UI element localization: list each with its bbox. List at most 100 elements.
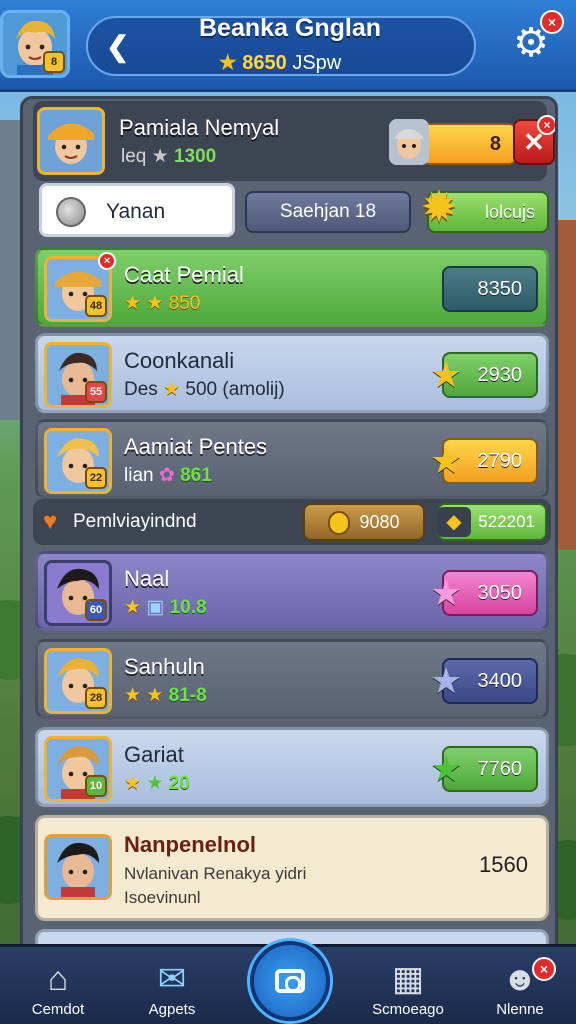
leaderboard-panel: Pamiala Nemyal leq ★ 1300 8 ✕ × Yanan Sa… bbox=[20, 96, 558, 956]
camera-button[interactable] bbox=[250, 941, 330, 1021]
bottom-nav: ⌂ Cemdot ✉ Agpets ▦ Scmoeago ☻ Nlenne × bbox=[0, 941, 576, 1024]
row-score-button[interactable]: ★ 3050 bbox=[430, 570, 538, 616]
nav-label: Scmoeago bbox=[372, 1001, 444, 1018]
player-avatar[interactable]: 8 bbox=[0, 10, 70, 78]
nav-label: Cemdot bbox=[31, 1001, 85, 1018]
row-score-button[interactable]: ★ 2790 bbox=[430, 438, 538, 484]
settings-notification-badge: × bbox=[540, 10, 564, 34]
coin-tab-icon bbox=[56, 197, 86, 227]
gem-icon: ✿ bbox=[158, 465, 175, 486]
row-avatar: 60 bbox=[44, 560, 112, 626]
heart-icon: ♥ bbox=[43, 508, 58, 535]
row-level-badge: 22 bbox=[85, 467, 107, 489]
list-item[interactable]: 22 Aamiat Pentes lian ✿ 861 ★ 2790 bbox=[35, 419, 549, 499]
star-icon: ★ bbox=[430, 440, 463, 481]
top-bar: 8 ❮ Beanka Gnglan ★ 8650 JSpw ⚙ × bbox=[0, 0, 576, 92]
back-arrow-icon[interactable]: ❮ bbox=[106, 30, 129, 63]
mini-avatar bbox=[389, 119, 429, 165]
avatar-level-badge: 8 bbox=[43, 51, 65, 73]
close-notification-badge: × bbox=[537, 115, 555, 135]
star-icon: ★ bbox=[124, 597, 142, 618]
gold-badge-icon: ✹ bbox=[420, 183, 458, 232]
row-name: Naal bbox=[124, 566, 170, 591]
row-subtitle: Des ★ 500 (amolij) bbox=[124, 378, 285, 401]
tab-active[interactable]: Yanan bbox=[39, 183, 235, 237]
row-score-button[interactable]: ★ 2930 bbox=[430, 352, 538, 398]
row-name: Caat Pemial bbox=[124, 262, 244, 287]
tab-middle[interactable]: Saehjan 18 bbox=[245, 191, 411, 233]
coin-amount: 8650 bbox=[242, 52, 287, 74]
row-score-value: 2930 bbox=[477, 364, 523, 386]
row-sub-value: 10.8 bbox=[169, 597, 207, 618]
row-sub-prefix: Des bbox=[124, 379, 158, 400]
profile-header: Pamiala Nemyal leq ★ 1300 8 ✕ × bbox=[33, 101, 555, 181]
profile-progress-bar: 8 bbox=[421, 123, 517, 165]
mail-icon: ✉ bbox=[157, 960, 187, 998]
row-avatar: 28 bbox=[44, 648, 112, 714]
row-level-badge: 48 bbox=[85, 295, 107, 317]
row-subtitle: Nvlanivan Renakya yidri bbox=[124, 864, 307, 883]
row-score-button[interactable]: ★ 3400 bbox=[430, 658, 538, 704]
row-avatar bbox=[44, 834, 112, 900]
list-item[interactable]: 28 Sanhuln ★ ★ 81-8 ★ 3400 bbox=[35, 639, 549, 719]
building-icon: ▦ bbox=[391, 960, 425, 998]
strip-gem-button[interactable]: ◆ 522201 bbox=[437, 503, 547, 541]
row-avatar: 10 bbox=[44, 736, 112, 802]
profile-subtitle: leq ★ 1300 bbox=[121, 145, 216, 168]
row-name: Sanhuln bbox=[124, 654, 205, 679]
list-item[interactable]: 60 Naal ★ ▣ 10.8 ★ 3050 bbox=[35, 551, 549, 631]
strip-coin-value: 9080 bbox=[359, 512, 400, 532]
list-item[interactable]: 10 Gariat ★ ★ 20 ★ 7760 bbox=[35, 727, 549, 807]
strip-label: Pemlviayindnd bbox=[73, 511, 197, 532]
list-item[interactable]: 55 Coonkanali Des ★ 500 (amolij) ★ 2930 bbox=[35, 333, 549, 413]
tab-active-label: Yanan bbox=[106, 200, 166, 223]
coin-unit: JSpw bbox=[292, 52, 342, 74]
row-sub-value: 861 bbox=[180, 465, 212, 486]
star-icon: ★ bbox=[430, 354, 463, 395]
green-star-icon: ★ bbox=[146, 773, 164, 794]
nav-label: Agpets bbox=[148, 1001, 196, 1018]
nav-item-scmoeago[interactable]: ▦ Scmoeago bbox=[352, 947, 464, 1024]
row-sub-value: 81-8 bbox=[168, 685, 207, 706]
star-icon: ★ bbox=[430, 660, 463, 701]
row-score-value: 2790 bbox=[477, 450, 523, 472]
profile-notification-badge: × bbox=[532, 957, 556, 981]
profile-name: Pamiala Nemyal bbox=[119, 115, 280, 140]
nav-item-home[interactable]: ⌂ Cemdot bbox=[2, 947, 114, 1024]
page-title: Beanka Gnglan bbox=[199, 14, 381, 42]
star-icon: ★ bbox=[124, 685, 142, 706]
list-item[interactable]: 48 × Caat Pemial ★ ★ 850 8350 bbox=[35, 247, 549, 327]
row-sub-value: 850 bbox=[168, 293, 201, 314]
row-level-badge: 55 bbox=[85, 381, 107, 403]
row-score-value: 3400 bbox=[477, 670, 523, 692]
silver-star-icon: ★ bbox=[151, 146, 169, 167]
tab-right[interactable]: ✹ lolcujs bbox=[421, 183, 549, 233]
star-icon: ★ bbox=[124, 773, 142, 794]
profile-portrait-icon bbox=[40, 110, 102, 172]
row-sub-prefix: lian bbox=[124, 465, 154, 486]
row-score-button[interactable]: 8350 bbox=[442, 266, 538, 312]
tab-bar: Yanan Saehjan 18 ✹ lolcujs bbox=[35, 183, 549, 239]
row-subtitle: ★ ★ 20 bbox=[124, 772, 190, 795]
strip-coin-button[interactable]: 9080 bbox=[303, 503, 425, 541]
row-name: Aamiat Pentes bbox=[124, 434, 268, 459]
profile-avatar[interactable] bbox=[37, 107, 105, 175]
row-avatar: 22 bbox=[44, 428, 112, 494]
profile-sub-label: leq bbox=[121, 146, 147, 167]
header-coins: ★ 8650 JSpw bbox=[200, 50, 360, 75]
list-item[interactable]: Nanpenelnol Nvlanivan Renakya yidri Isoe… bbox=[35, 815, 549, 921]
row-subtitle-line2: Isoevinunl bbox=[124, 888, 201, 907]
profile-sub-value: 1300 bbox=[173, 146, 217, 167]
row-sub-value: 500 (amolij) bbox=[185, 379, 285, 400]
row-sub-value: 20 bbox=[168, 773, 190, 794]
row-name: Nanpenelnol bbox=[124, 832, 257, 857]
star-icon: ★ bbox=[163, 379, 181, 400]
mini-avatar-portrait-icon bbox=[389, 119, 429, 165]
nav-item-profile[interactable]: ☻ Nlenne bbox=[464, 947, 576, 1024]
nav-item-agpets[interactable]: ✉ Agpets bbox=[116, 947, 228, 1024]
row-score-button[interactable]: ★ 7760 bbox=[430, 746, 538, 792]
row-score-value: 7760 bbox=[477, 758, 523, 780]
home-icon: ⌂ bbox=[47, 960, 69, 998]
diamond-icon: ◆ bbox=[437, 507, 471, 537]
strip-gem-value: 522201 bbox=[478, 512, 535, 531]
